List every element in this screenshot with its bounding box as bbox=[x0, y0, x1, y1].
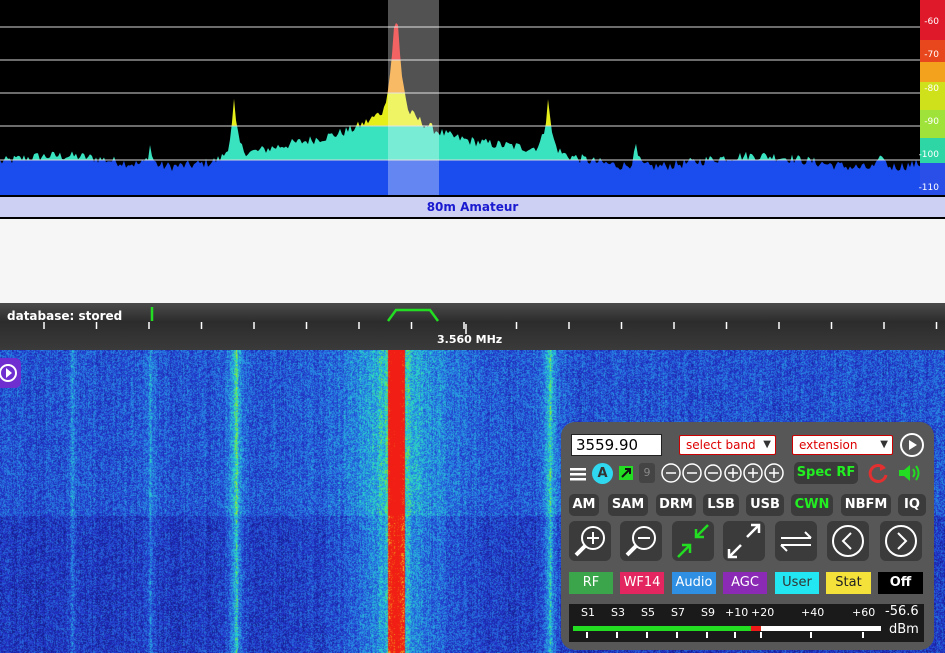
smeter-scale-label: +40 bbox=[801, 606, 825, 619]
dx-label-area[interactable] bbox=[0, 219, 945, 303]
zoom-out-icon bbox=[625, 526, 656, 557]
smeter-scale-label: S3 bbox=[611, 606, 625, 619]
spec-rf-button[interactable]: Spec RF bbox=[794, 462, 858, 484]
chevron-down-icon: ▼ bbox=[880, 439, 888, 450]
smeter-unit: dBm bbox=[889, 622, 919, 637]
tab-user[interactable]: User bbox=[775, 572, 819, 594]
mode-usb-button[interactable]: USB bbox=[746, 494, 784, 516]
compress-arrows-icon bbox=[677, 524, 709, 558]
mode-cwn-button[interactable]: CWN bbox=[791, 494, 833, 516]
chevron-right-icon bbox=[885, 525, 917, 557]
db-label: -90 bbox=[924, 117, 939, 127]
smeter-scale-label: +20 bbox=[751, 606, 775, 619]
chevron-left-icon bbox=[832, 525, 864, 557]
a-badge-icon[interactable]: A bbox=[592, 463, 613, 484]
db-label: -70 bbox=[924, 50, 939, 60]
smeter-scale-label: S1 bbox=[581, 606, 595, 619]
reload-icon[interactable] bbox=[867, 462, 889, 484]
next-button[interactable] bbox=[880, 521, 922, 561]
play-icon bbox=[0, 364, 17, 382]
zoom-in-icon bbox=[574, 526, 605, 557]
tab-off[interactable]: Off bbox=[878, 572, 923, 594]
play-icon bbox=[909, 440, 917, 450]
db-colorbar: -60 -70 -80 -90 -100 -110 bbox=[918, 0, 945, 195]
spectrum-level-band bbox=[0, 60, 920, 93]
swap-button[interactable] bbox=[775, 521, 817, 561]
waterfall-play-button[interactable] bbox=[0, 358, 21, 388]
extension-label: extension bbox=[799, 438, 858, 452]
chevron-down-icon: ▼ bbox=[763, 439, 771, 450]
db-label: -100 bbox=[918, 150, 939, 160]
mode-sam-button[interactable]: SAM bbox=[608, 494, 648, 516]
mode-lsb-button[interactable]: LSB bbox=[703, 494, 739, 516]
extension-dropdown[interactable]: extension ▼ bbox=[792, 435, 893, 455]
passband-highlight bbox=[388, 0, 439, 195]
zoom-max-button[interactable] bbox=[723, 521, 765, 561]
hamburger-icon[interactable] bbox=[569, 465, 587, 483]
swap-arrows-icon bbox=[780, 531, 812, 552]
tab-agc[interactable]: AGC bbox=[723, 572, 767, 594]
smeter-scale-label: S7 bbox=[671, 606, 685, 619]
center-frequency: 3.560 MHz bbox=[437, 333, 503, 346]
expand-arrows-icon bbox=[727, 523, 761, 559]
spectrum-level-band bbox=[0, 23, 920, 60]
tab-stat[interactable]: Stat bbox=[826, 572, 871, 594]
spectrum-level-band bbox=[0, 93, 920, 126]
select-band-dropdown[interactable]: select band ▼ bbox=[679, 435, 776, 455]
db-label: -110 bbox=[918, 183, 939, 193]
smeter-scale-label: S5 bbox=[641, 606, 655, 619]
mode-iq-button[interactable]: IQ bbox=[898, 494, 926, 516]
db-label: -60 bbox=[924, 17, 939, 27]
zoom-step-buttons[interactable] bbox=[661, 462, 789, 486]
mode-nbfm-button[interactable]: NBFM bbox=[841, 494, 891, 516]
spectrum-level-band bbox=[0, 160, 920, 195]
select-band-label: select band bbox=[686, 438, 756, 452]
speaker-icon[interactable] bbox=[897, 462, 923, 484]
frequency-scale[interactable]: database: stored 3.560 MHz bbox=[0, 303, 945, 350]
db-label: -80 bbox=[924, 84, 939, 94]
zoom-out-button[interactable] bbox=[620, 521, 662, 561]
band-bar[interactable]: 80m Amateur bbox=[0, 197, 945, 217]
frequency-input[interactable]: 3559.90 bbox=[571, 434, 662, 456]
smeter-scale-label: +10 bbox=[725, 606, 749, 619]
step-9-icon[interactable]: 9 bbox=[639, 463, 655, 483]
smeter-peak bbox=[750, 626, 761, 631]
smeter-bar bbox=[573, 626, 881, 638]
zoom-in-button[interactable] bbox=[569, 521, 611, 561]
play-button[interactable] bbox=[900, 433, 924, 457]
smeter-level bbox=[573, 626, 761, 631]
tab-rf[interactable]: RF bbox=[569, 572, 613, 594]
zoom-band-button[interactable] bbox=[672, 521, 714, 561]
tab-audio[interactable]: Audio bbox=[672, 572, 716, 594]
tab-wf14[interactable]: WF14 bbox=[620, 572, 664, 594]
smeter-scale-label: +60 bbox=[852, 606, 876, 619]
control-panel: 3559.90 select band ▼ extension ▼ A 9 Sp… bbox=[561, 422, 934, 650]
spectrum-plot bbox=[0, 0, 920, 195]
s-meter: S1 S3 S5 S7 S9 +10 +20 +40 +60 -56.6 dBm bbox=[569, 604, 924, 642]
spectrum-display[interactable] bbox=[0, 0, 920, 195]
smeter-scale-label: S9 bbox=[701, 606, 715, 619]
mode-am-button[interactable]: AM bbox=[569, 494, 599, 516]
prev-button[interactable] bbox=[827, 521, 869, 561]
external-link-icon[interactable] bbox=[618, 465, 634, 481]
smeter-reading: -56.6 bbox=[885, 604, 919, 619]
passband-indicator bbox=[386, 308, 440, 322]
mode-drm-button[interactable]: DRM bbox=[656, 494, 696, 516]
spectrum-level-band bbox=[0, 126, 920, 160]
